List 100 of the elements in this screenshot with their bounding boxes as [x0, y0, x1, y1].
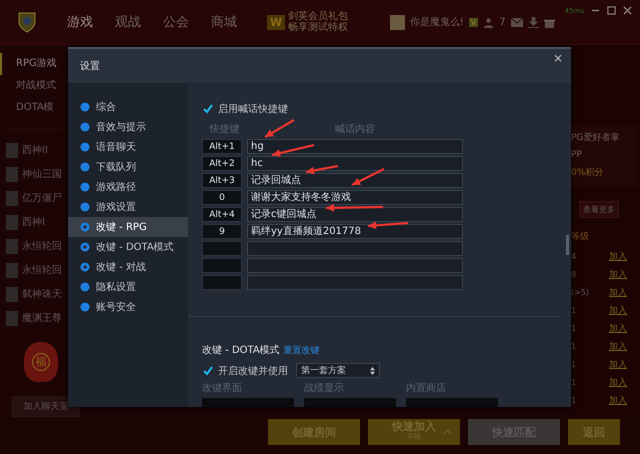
close-button[interactable]: × [552, 51, 563, 65]
username[interactable]: 你是魔鬼么! [410, 15, 464, 29]
game-name[interactable]: 西神I [22, 215, 45, 229]
message-field[interactable] [247, 275, 463, 290]
checkbox[interactable] [202, 364, 214, 376]
hotkey-field[interactable]: Alt+3 [202, 173, 242, 188]
avatar[interactable] [390, 14, 405, 30]
join-link[interactable]: 加入 [609, 250, 627, 262]
game-name[interactable]: 亿万僵尸 [22, 191, 62, 205]
close-icon[interactable] [623, 6, 632, 15]
points-text: 0%积分 [571, 166, 604, 179]
spinner-arrows-icon [370, 366, 375, 374]
promo-badge: W [267, 14, 286, 30]
join-link[interactable]: 加入 [609, 268, 627, 280]
nav-tab[interactable]: 游戏 [67, 13, 93, 31]
settings-menu-item[interactable]: 改键 - 对战 [68, 257, 188, 277]
level-cell: 1 [571, 342, 576, 350]
message-field[interactable] [247, 258, 463, 273]
game-thumbnail [6, 238, 18, 254]
join-link[interactable]: 加入 [609, 304, 627, 316]
settings-menu-item[interactable]: 账号安全 [68, 297, 188, 317]
game-thumbnail [6, 190, 18, 206]
promo-subtitle: 畅享测试特权 [288, 22, 348, 33]
hotkey-field[interactable]: Alt+1 [202, 139, 242, 154]
level-cell: 1 [571, 378, 576, 386]
hotkey-field[interactable] [202, 275, 242, 290]
checkbox[interactable] [202, 103, 214, 115]
room-title: PG爱好者掌 [571, 132, 620, 144]
game-thumbnail [6, 262, 18, 278]
game-name[interactable]: 永恒轮回 [22, 239, 62, 253]
level-cell: (>5) [571, 288, 590, 296]
reset-link[interactable]: 重置改键 [284, 344, 320, 356]
message-field[interactable]: 羁绊yy直播频道201778 [247, 224, 463, 239]
scrollbar-thumb[interactable] [566, 235, 569, 255]
settings-menu-item[interactable]: 游戏设置 [68, 197, 188, 217]
maximize-icon[interactable] [607, 6, 616, 15]
panel-label: 战绩显示 [304, 382, 345, 395]
settings-menu-item[interactable]: 改键 - DOTA模式 [68, 237, 188, 257]
section-title: 改键 - DOTA模式 [202, 344, 280, 357]
settings-menu-item[interactable]: 语音聊天 [68, 137, 188, 157]
hotkey-field[interactable]: 9 [202, 224, 242, 239]
panel-label: 内置商店 [406, 382, 447, 395]
arrow-annotation [272, 144, 314, 157]
mail-icon[interactable] [510, 18, 523, 26]
join-link[interactable]: 加入 [609, 376, 627, 388]
level-cell: 4 [571, 252, 576, 260]
game-name[interactable]: 永恒轮回 [22, 263, 62, 277]
column-header: 等级 [571, 230, 589, 243]
mode-item[interactable]: DOTA模 [0, 97, 68, 119]
game-thumbnail [6, 286, 18, 302]
checkbox-label: 开启改键并使用 [218, 364, 288, 378]
hotkey-field[interactable]: 0 [202, 190, 242, 205]
arrow-annotation [264, 119, 295, 138]
mode-item[interactable]: 对战模式 [0, 75, 68, 97]
chat-room-button[interactable]: 加入聊天室 [12, 396, 80, 417]
dialog-title: 设置 [80, 60, 100, 73]
download-icon[interactable] [528, 16, 539, 28]
message-field[interactable]: 记录回城点 [247, 173, 463, 188]
game-name[interactable]: 神仙三国 [22, 167, 62, 181]
friend-count: 7 [499, 16, 506, 28]
scheme-select[interactable]: 第一套方案 [296, 363, 380, 378]
settings-menu-item[interactable]: 综合 [68, 97, 188, 117]
column-header: 喊话内容 [335, 122, 375, 136]
message-field[interactable]: 记录c键回城点 [247, 207, 463, 222]
settings-menu-item[interactable]: 隐私设置 [68, 277, 188, 297]
nav-tab[interactable]: 观战 [115, 13, 141, 31]
join-link[interactable]: 加入 [609, 358, 627, 370]
level-cell: 8 [571, 270, 576, 278]
hotkey-field[interactable] [202, 258, 242, 273]
arrow-annotation [368, 222, 408, 230]
hotkey-field[interactable]: Alt+4 [202, 207, 242, 222]
people-icon[interactable] [483, 16, 494, 28]
game-name[interactable]: 弑神诛天 [22, 287, 62, 301]
panel-label: 改键界面 [202, 382, 243, 395]
arrow-annotation [326, 204, 384, 212]
nav-tab[interactable]: 公会 [163, 13, 189, 31]
info-text: PP [571, 150, 583, 160]
join-link[interactable]: 加入 [609, 394, 627, 406]
nav-tab[interactable]: 商城 [211, 13, 237, 31]
message-field[interactable]: hc [247, 156, 463, 171]
game-name[interactable]: 魔渊王尊 [22, 311, 62, 325]
view-more-button[interactable]: 查看更多 [579, 201, 619, 218]
settings-menu-item[interactable]: 改键 - RPG [68, 217, 188, 237]
game-name[interactable]: 西神II [22, 143, 48, 157]
lucky-bag-icon[interactable]: 福 [24, 342, 58, 382]
settings-menu-item[interactable]: 音效与提示 [68, 117, 188, 137]
join-link[interactable]: 加入 [609, 286, 627, 298]
message-field[interactable]: 谢谢大家支持冬冬游戏 [247, 190, 463, 205]
arrow-annotation [352, 168, 384, 186]
caret-icon [443, 429, 452, 435]
join-link[interactable]: 加入 [609, 340, 627, 352]
hotkey-field[interactable] [202, 241, 242, 256]
message-field[interactable]: hg [247, 139, 463, 154]
message-field[interactable] [247, 241, 463, 256]
level-cell: 1 [571, 324, 576, 332]
join-link[interactable]: 加入 [609, 322, 627, 334]
settings-menu-item[interactable]: 游戏路径 [68, 177, 188, 197]
hotkey-field[interactable]: Alt+2 [202, 156, 242, 171]
settings-menu-item[interactable]: 下载队列 [68, 157, 188, 177]
promo-title[interactable]: 剑英会员礼包 [288, 11, 348, 22]
